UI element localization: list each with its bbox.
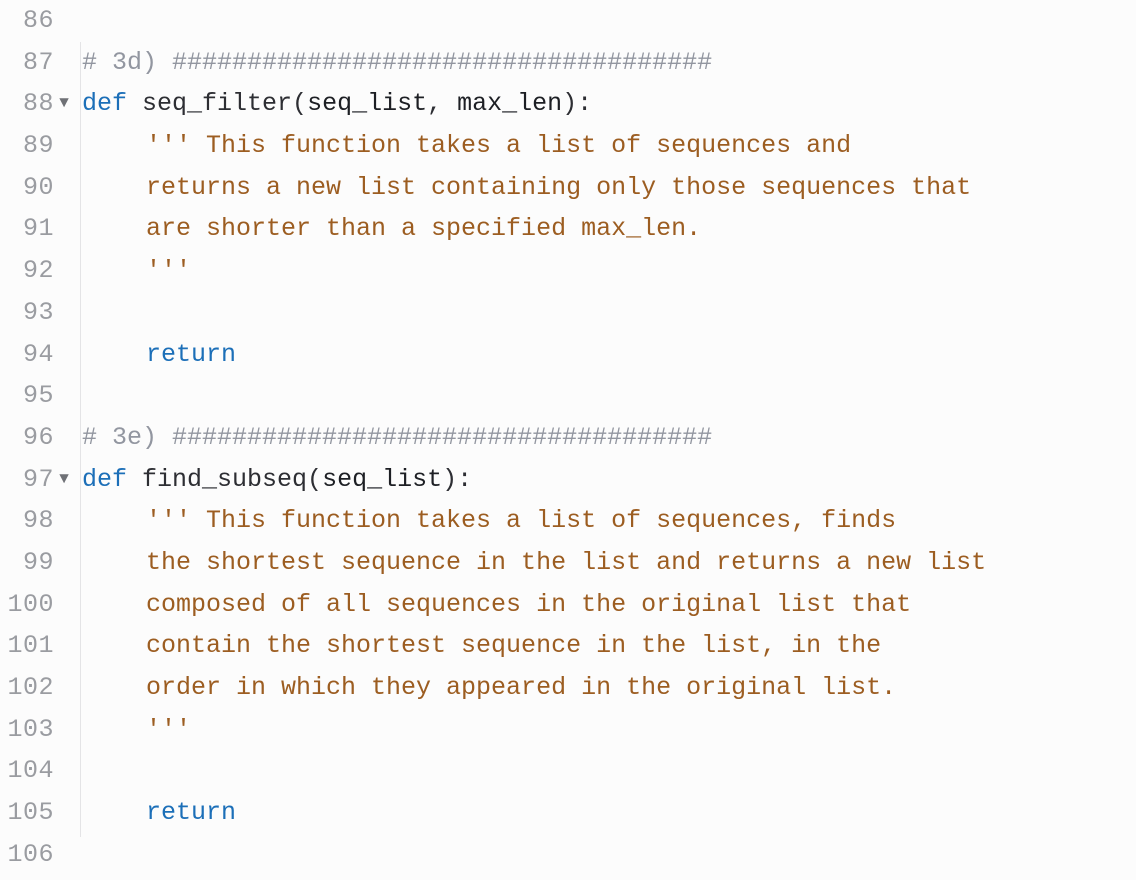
- gutter-row: 106: [0, 834, 74, 876]
- line-number-gutter: 868788▼899091929394959697▼98991001011021…: [0, 0, 74, 880]
- gutter-row: 90: [0, 167, 74, 209]
- code-token: max_len: [457, 83, 562, 125]
- code-area[interactable]: # 3d) ##################################…: [74, 0, 1136, 880]
- code-token: contain the shortest sequence in the lis…: [146, 625, 881, 667]
- code-line[interactable]: ''': [82, 250, 1136, 292]
- code-token: ''': [146, 709, 191, 751]
- line-number: 103: [6, 709, 54, 751]
- code-token: ,: [427, 83, 457, 125]
- gutter-row: 100: [0, 584, 74, 626]
- code-line[interactable]: ''' This function takes a list of sequen…: [82, 500, 1136, 542]
- code-line[interactable]: def find_subseq(seq_list):: [82, 459, 1136, 501]
- code-token: # 3e) ##################################…: [82, 417, 712, 459]
- line-number: 93: [6, 292, 54, 334]
- line-number: 104: [6, 750, 54, 792]
- code-token: return: [146, 792, 236, 834]
- code-editor[interactable]: 868788▼899091929394959697▼98991001011021…: [0, 0, 1136, 880]
- code-line[interactable]: the shortest sequence in the list and re…: [82, 542, 1136, 584]
- code-line[interactable]: ''': [82, 709, 1136, 751]
- line-number: 91: [6, 208, 54, 250]
- code-token: order in which they appeared in the orig…: [146, 667, 896, 709]
- code-line[interactable]: [82, 375, 1136, 417]
- code-token: seq_list: [322, 459, 442, 501]
- code-line[interactable]: returns a new list containing only those…: [82, 167, 1136, 209]
- code-token: def: [82, 83, 142, 125]
- line-number: 88: [6, 83, 54, 125]
- code-token: the shortest sequence in the list and re…: [146, 542, 986, 584]
- gutter-row: 87: [0, 42, 74, 84]
- line-number: 89: [6, 125, 54, 167]
- code-line[interactable]: composed of all sequences in the origina…: [82, 584, 1136, 626]
- code-line[interactable]: [82, 750, 1136, 792]
- code-line[interactable]: order in which they appeared in the orig…: [82, 667, 1136, 709]
- code-token: seq_list: [307, 83, 427, 125]
- line-number: 86: [6, 0, 54, 42]
- gutter-row: 96: [0, 417, 74, 459]
- code-token: returns a new list containing only those…: [146, 167, 971, 209]
- fold-toggle-icon[interactable]: ▼: [54, 83, 74, 125]
- gutter-row: 105: [0, 792, 74, 834]
- gutter-row: 103: [0, 709, 74, 751]
- gutter-row: 92: [0, 250, 74, 292]
- code-line[interactable]: # 3e) ##################################…: [82, 417, 1136, 459]
- gutter-row: 93: [0, 292, 74, 334]
- code-line[interactable]: return: [82, 334, 1136, 376]
- code-line[interactable]: ''' This function takes a list of sequen…: [82, 125, 1136, 167]
- gutter-row: 104: [0, 750, 74, 792]
- code-token: ):: [442, 459, 472, 501]
- code-line[interactable]: contain the shortest sequence in the lis…: [82, 625, 1136, 667]
- gutter-row: 94: [0, 334, 74, 376]
- line-number: 102: [6, 667, 54, 709]
- code-line[interactable]: [82, 292, 1136, 334]
- code-token: seq_filter: [142, 83, 292, 125]
- line-number: 105: [6, 792, 54, 834]
- code-line[interactable]: are shorter than a specified max_len.: [82, 208, 1136, 250]
- gutter-row: 89: [0, 125, 74, 167]
- code-token: ''' This function takes a list of sequen…: [146, 125, 851, 167]
- gutter-row: 102: [0, 667, 74, 709]
- line-number: 92: [6, 250, 54, 292]
- gutter-row: 86: [0, 0, 74, 42]
- indent-guide: [80, 42, 81, 837]
- code-token: find_subseq: [142, 459, 307, 501]
- gutter-row: 88▼: [0, 83, 74, 125]
- line-number: 94: [6, 334, 54, 376]
- line-number: 95: [6, 375, 54, 417]
- gutter-row: 91: [0, 208, 74, 250]
- code-line[interactable]: [82, 0, 1136, 42]
- code-token: def: [82, 459, 142, 501]
- line-number: 96: [6, 417, 54, 459]
- line-number: 99: [6, 542, 54, 584]
- gutter-row: 99: [0, 542, 74, 584]
- gutter-row: 97▼: [0, 459, 74, 501]
- code-token: ):: [562, 83, 592, 125]
- code-token: ''' This function takes a list of sequen…: [146, 500, 896, 542]
- code-line[interactable]: def seq_filter(seq_list, max_len):: [82, 83, 1136, 125]
- line-number: 100: [6, 584, 54, 626]
- code-line[interactable]: [82, 834, 1136, 876]
- code-token: (: [292, 83, 307, 125]
- code-token: composed of all sequences in the origina…: [146, 584, 911, 626]
- gutter-row: 101: [0, 625, 74, 667]
- code-token: return: [146, 334, 236, 376]
- line-number: 101: [6, 625, 54, 667]
- code-line[interactable]: # 3d) ##################################…: [82, 42, 1136, 84]
- fold-toggle-icon[interactable]: ▼: [54, 459, 74, 501]
- code-token: are shorter than a specified max_len.: [146, 208, 701, 250]
- code-token: (: [307, 459, 322, 501]
- gutter-row: 95: [0, 375, 74, 417]
- gutter-row: 98: [0, 500, 74, 542]
- line-number: 98: [6, 500, 54, 542]
- line-number: 97: [6, 459, 54, 501]
- line-number: 87: [6, 42, 54, 84]
- code-token: # 3d) ##################################…: [82, 42, 712, 84]
- code-token: ''': [146, 250, 191, 292]
- code-line[interactable]: return: [82, 792, 1136, 834]
- line-number: 90: [6, 167, 54, 209]
- line-number: 106: [6, 834, 54, 876]
